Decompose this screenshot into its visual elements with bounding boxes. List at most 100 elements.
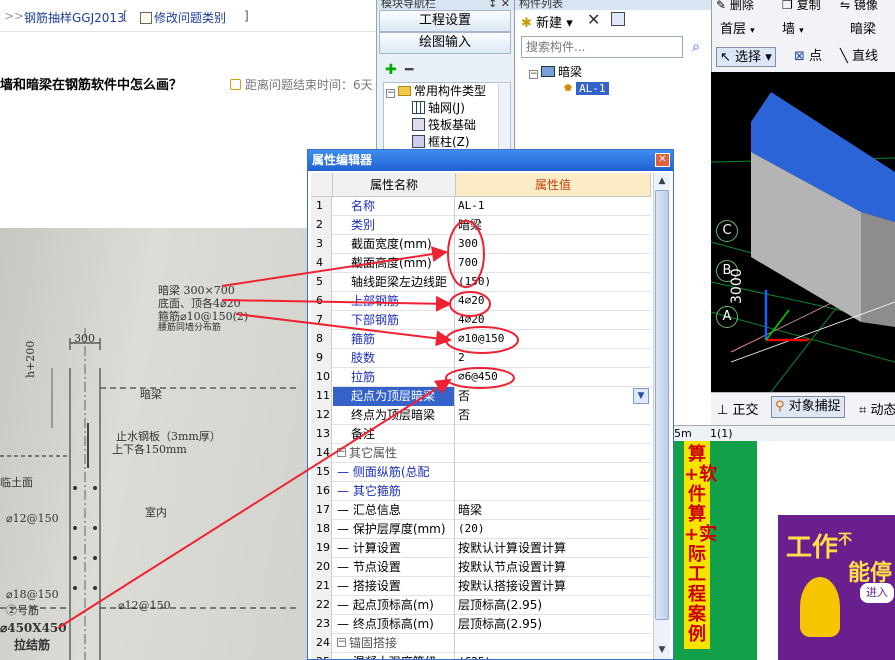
copy-icon: ❐ [782, 0, 793, 12]
property-value[interactable]: 层顶标高(2.95) [456, 615, 651, 634]
chevron-down-icon[interactable]: ▼ [633, 388, 649, 404]
search-icon[interactable]: ⌕ [685, 36, 707, 58]
property-value[interactable]: 2 [456, 349, 651, 368]
property-row[interactable]: 3 截面宽度(mm) 300 [311, 235, 651, 254]
property-row[interactable]: 24 锚固搭接 − [311, 634, 651, 653]
property-row[interactable]: 11 起点为顶层暗梁否 ▼ [311, 387, 651, 406]
tree-node-al1[interactable]: ✹ AL-1 [563, 80, 609, 97]
property-value[interactable]: 4⌀20 [456, 292, 651, 311]
engineering-settings-button[interactable]: 工程设置 [379, 10, 511, 32]
add-icon[interactable]: ✚ [385, 62, 397, 78]
copy-button[interactable]: ❐ 复制 [782, 0, 821, 13]
point-button[interactable]: ⊠ 点 [794, 47, 822, 67]
type-select[interactable]: 墙 ▾ [776, 20, 834, 40]
property-row[interactable]: 20— 节点设置 按默认节点设置计算 [311, 558, 651, 577]
property-value[interactable] [456, 463, 651, 482]
property-row[interactable]: 7 下部钢筋 4⌀20 [311, 311, 651, 330]
property-row[interactable]: 16— 其它箍筋 [311, 482, 651, 501]
property-value[interactable] [456, 634, 651, 653]
property-value[interactable]: AL-1 [456, 197, 651, 216]
property-value[interactable]: ⌀10@150 [456, 330, 651, 349]
property-row[interactable]: 17— 汇总信息 暗梁 [311, 501, 651, 520]
collapse-icon[interactable]: − [386, 89, 395, 98]
nav-tree-scrollbar[interactable] [498, 84, 510, 150]
property-row[interactable]: 23— 终点顶标高(m) 层顶标高(2.95) [311, 615, 651, 634]
row-number: 21 [311, 577, 332, 596]
edit-category-button[interactable]: 修改问题类别 [140, 9, 226, 26]
countdown-text: 距离问题结束时间：6天 [245, 78, 373, 92]
property-value[interactable] [456, 482, 651, 501]
row-number: 23 [311, 615, 332, 634]
scroll-thumb[interactable] [655, 190, 669, 620]
tree-node-anliang[interactable]: − 暗梁 [529, 64, 582, 81]
property-row[interactable]: 6 上部钢筋 4⌀20 [311, 292, 651, 311]
select-button[interactable]: ↖ 选择 ▾ [716, 47, 776, 67]
ad-enter-button[interactable]: 进入 [860, 583, 894, 603]
property-value[interactable]: ⌀6@450 [456, 368, 651, 387]
delete-icon[interactable]: ✕ [587, 10, 600, 29]
vertical-ad-banner[interactable]: 算+软件算+实际工程案例 [674, 441, 757, 660]
drawing-input-button[interactable]: 绘图输入 [379, 32, 511, 54]
property-value[interactable] [456, 425, 651, 444]
property-value[interactable]: 700 [456, 254, 651, 273]
property-row[interactable]: 14 其它属性 − [311, 444, 651, 463]
property-row[interactable]: 2 类别 暗梁 [311, 216, 651, 235]
property-value[interactable] [456, 444, 651, 463]
new-component-button[interactable]: ✱ 新建 ▾ [521, 12, 573, 31]
property-row[interactable]: 25— 混凝土强度等级(C25) [311, 653, 651, 659]
property-value[interactable]: 按默认搭接设置计算 [456, 577, 651, 596]
delete-button[interactable]: ✎ 删除 [716, 0, 754, 13]
collapse-icon[interactable]: − [337, 638, 346, 647]
property-row[interactable]: 1 名称 AL-1 [311, 197, 651, 216]
property-row[interactable]: 4 截面高度(mm) 700 [311, 254, 651, 273]
tree-node-category[interactable]: − 常用构件类型 [386, 83, 486, 100]
scroll-up-icon[interactable]: ▲ [655, 174, 669, 189]
tree-node-axis[interactable]: 轴网(J) [412, 100, 465, 117]
collapse-icon[interactable]: − [529, 70, 538, 79]
property-row[interactable]: 22— 起点顶标高(m) 层顶标高(2.95) [311, 596, 651, 615]
property-value[interactable]: 否 [456, 406, 651, 425]
dynamic-input-button[interactable]: ⌗ 动态 [859, 399, 895, 418]
component-select[interactable]: 暗梁 [850, 20, 895, 40]
property-value[interactable]: 300 [456, 235, 651, 254]
line-button[interactable]: ╲ 直线 [840, 47, 878, 67]
property-value[interactable]: 否 [456, 387, 651, 406]
copy-icon[interactable] [611, 12, 625, 26]
pin-icon[interactable]: ↕ ✕ [488, 0, 510, 9]
property-value[interactable]: (20) [456, 520, 651, 539]
dialog-scrollbar[interactable]: ▲ ▼ [653, 173, 670, 659]
property-value[interactable]: 暗梁 [456, 501, 651, 520]
property-value[interactable]: 按默认节点设置计算 [456, 558, 651, 577]
3d-viewport[interactable]: C B A 3000 [711, 72, 895, 392]
remove-icon[interactable]: ━ [405, 62, 413, 78]
property-row[interactable]: 8 箍筋 ⌀10@150 [311, 330, 651, 349]
search-input[interactable]: 搜索构件... [521, 36, 683, 58]
ad-card[interactable]: 工作不 能停 进入 [778, 515, 895, 660]
object-snap-button[interactable]: ⚲ 对象捕捉 [771, 396, 845, 418]
scroll-down-icon[interactable]: ▼ [655, 643, 669, 658]
mirror-button[interactable]: ⇋ 镜像 [840, 0, 878, 13]
property-row[interactable]: 5 轴线距梁左边线距 (150) [311, 273, 651, 292]
property-row[interactable]: 15— 侧面纵筋(总配 [311, 463, 651, 482]
property-value[interactable]: 暗梁 [456, 216, 651, 235]
property-row[interactable]: 10 拉筋 ⌀6@450 [311, 368, 651, 387]
collapse-icon[interactable]: − [337, 448, 346, 457]
property-row[interactable]: 19— 计算设置 按默认计算设置计算 [311, 539, 651, 558]
property-row[interactable]: 13 备注 [311, 425, 651, 444]
property-value[interactable]: 4⌀20 [456, 311, 651, 330]
close-icon[interactable]: ✕ [655, 153, 670, 167]
property-name: 其它属性 [333, 444, 455, 463]
property-row[interactable]: 12 终点为顶层暗梁否 [311, 406, 651, 425]
viewport-scene [711, 92, 895, 392]
tree-node-raft[interactable]: 筏板基础 [412, 117, 476, 134]
property-row[interactable]: 21— 搭接设置 按默认搭接设置计算 [311, 577, 651, 596]
property-value[interactable]: (C25) [456, 653, 651, 659]
floor-select[interactable]: 首层 ▾ [714, 20, 774, 40]
property-value[interactable]: (150) [456, 273, 651, 292]
property-row[interactable]: 18— 保护层厚度(mm) (20) [311, 520, 651, 539]
property-value[interactable]: 按默认计算设置计算 [456, 539, 651, 558]
property-row[interactable]: 9 肢数 2 [311, 349, 651, 368]
property-value[interactable]: 层顶标高(2.95) [456, 596, 651, 615]
category-link[interactable]: 钢筋抽样GGJ2013 [24, 11, 125, 25]
ortho-button[interactable]: ⊥ 正交 [717, 399, 758, 418]
